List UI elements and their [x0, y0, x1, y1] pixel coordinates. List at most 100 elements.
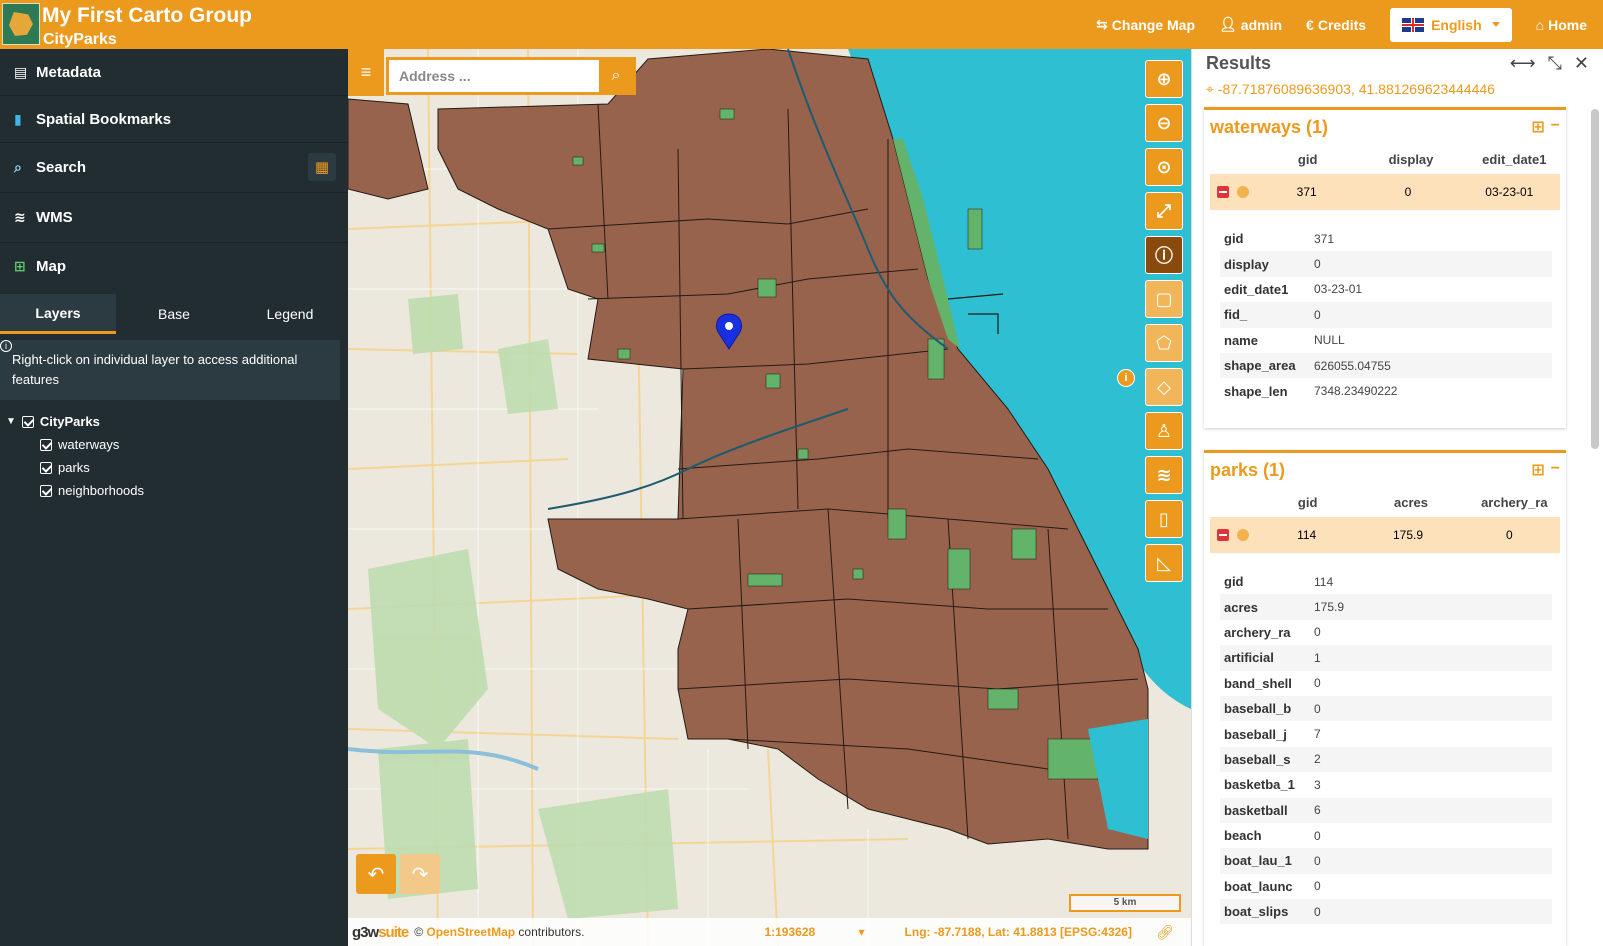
streetview-button[interactable]: ♙ [1145, 412, 1183, 450]
query-bbox-button[interactable]: ▢ [1145, 280, 1183, 318]
compress-icon[interactable]: ⤡ [1548, 53, 1562, 74]
attribute-row: shape_len 7348.23490222 [1224, 383, 1398, 399]
attribute-list: gid 114 acres 175.9 archery_ra 0 artificial… [1220, 569, 1552, 925]
project-title: CityParks [43, 31, 117, 48]
table-row[interactable]: 114 175.9 0 [1210, 517, 1560, 553]
table-header: gid display edit_date1 [1297, 151, 1547, 167]
attribution: © OpenStreetMap contributors. [414, 925, 585, 939]
layer-item-waterways[interactable]: waterways [0, 433, 348, 456]
layer-group-cityparks[interactable]: ▼ CityParks [0, 410, 348, 433]
map-canvas[interactable]: ≡ ⌕ ⊕ ⊖ ⊙ ⤢ ⓘ ▢ ⬠ ◇ ♙ ≋ ▯ ◺ i ↶ ↷ 5 km g… [348, 49, 1191, 946]
layer-tree: ▼ CityParks waterways parks neighborhood… [0, 410, 348, 502]
attribute-row: boat_launc 0 [1224, 878, 1321, 894]
bookmark-icon: ▮ [14, 110, 22, 127]
layer-header[interactable]: waterways (1) ⊞ − [1204, 110, 1566, 144]
calculator-button[interactable]: ▦ [308, 153, 336, 181]
address-search-button[interactable]: ⌕ [599, 60, 633, 92]
layer-item-parks[interactable]: parks [0, 456, 348, 479]
feature-action-icon[interactable] [1237, 529, 1249, 541]
layer-checkbox[interactable] [40, 461, 52, 474]
signpost-icon: ⇆ [1096, 16, 1108, 32]
results-panel: Results ⟷ ⤡ ✕ ⌖ -87.71876089636903, 41.8… [1191, 49, 1603, 946]
address-input[interactable] [389, 60, 599, 92]
table-row[interactable]: 371 0 03-23-01 [1210, 174, 1560, 210]
attribute-row: baseball_b 0 [1220, 695, 1552, 722]
redo-button[interactable]: ↷ [400, 854, 440, 894]
scale-select[interactable]: 1:193628 ▾ [764, 925, 864, 939]
layer-title: waterways (1) [1210, 116, 1329, 137]
calculator-icon: ▦ [314, 159, 330, 176]
layer-checkbox[interactable] [40, 438, 52, 451]
streetview-icon: ♙ [1155, 420, 1173, 441]
app-logo[interactable] [2, 3, 40, 45]
group-title: My First Carto Group [42, 4, 253, 27]
sidebar-item-wms[interactable]: ≋ WMS [0, 193, 348, 243]
menu-toggle-button[interactable]: ≡ [348, 49, 384, 96]
sidebar-item-metadata[interactable]: ▤ Metadata [0, 49, 348, 96]
coordinates-readout: Lng: -87.7188, Lat: 41.8813 [EPSG:4326] [904, 925, 1132, 939]
result-layer-parks: parks (1) ⊞ − gid acres archery_ra 114 17… [1204, 450, 1566, 946]
g3w-logo: g3wsuite [352, 923, 409, 941]
attribute-row: boat_slips 0 [1220, 899, 1552, 925]
map-pin-icon: ⌖ [1206, 81, 1214, 97]
tab-layers[interactable]: Layers [0, 294, 116, 334]
remove-feature-icon[interactable] [1217, 186, 1229, 198]
collapse-minus-icon[interactable]: − [1551, 460, 1560, 480]
query-button[interactable]: ⓘ [1145, 236, 1183, 274]
collapse-minus-icon[interactable]: − [1551, 117, 1560, 137]
result-layer-waterways: waterways (1) ⊞ − gid display edit_date1 … [1204, 107, 1566, 428]
undo-button[interactable]: ↶ [356, 854, 396, 894]
address-search: ⌕ [386, 57, 636, 95]
uk-flag-icon [1402, 17, 1425, 32]
info-icon: i [0, 340, 12, 352]
layer-item-neighborhoods[interactable]: neighborhoods [0, 479, 348, 502]
attribute-row: name NULL [1224, 332, 1345, 348]
attribute-row: display 0 [1220, 251, 1552, 277]
close-icon[interactable]: ✕ [1574, 53, 1589, 74]
table-header: gid acres archery_ra [1297, 494, 1548, 510]
chevron-down-icon [1491, 22, 1500, 27]
query-draw-button[interactable]: ◇ [1145, 368, 1183, 406]
zoom-in-button[interactable]: ⊕ [1145, 60, 1183, 98]
add-layer-button[interactable]: ≋ [1145, 456, 1183, 494]
tab-legend[interactable]: Legend [232, 294, 348, 334]
euro-icon: € [1306, 16, 1314, 33]
change-map-button[interactable]: ⇆ Change Map [1096, 16, 1195, 33]
feature-action-icon[interactable] [1237, 186, 1249, 198]
layer-header[interactable]: parks (1) ⊞ − [1204, 453, 1566, 487]
query-polygon-button[interactable]: ⬠ [1145, 324, 1183, 362]
language-select[interactable]: English [1390, 7, 1512, 42]
hamburger-icon: ≡ [360, 62, 372, 82]
attribute-row: shape_area 626055.04755 [1220, 352, 1552, 379]
resize-icon[interactable]: ⟷ [1510, 53, 1536, 74]
layer-title: parks (1) [1210, 459, 1286, 480]
sidebar-item-spatial-bookmarks[interactable]: ▮ Spatial Bookmarks [0, 96, 348, 143]
layers-icon: ≋ [14, 209, 26, 225]
expand-plus-icon[interactable]: ⊞ [1531, 117, 1544, 137]
zoom-extent-button[interactable]: ⊙ [1145, 148, 1183, 186]
credits-button[interactable]: € Credits [1306, 17, 1366, 33]
query-point-marker[interactable]: i [1117, 369, 1135, 387]
measure-length-button[interactable]: ▯ [1145, 500, 1183, 538]
attribute-row: boat_lau_1 0 [1220, 848, 1552, 874]
osm-link[interactable]: OpenStreetMap [426, 925, 515, 939]
map-footer: g3wsuite © OpenStreetMap contributors. 1… [348, 918, 1191, 946]
remove-feature-icon[interactable] [1217, 529, 1229, 541]
sidebar-item-map[interactable]: ⊞ Map [0, 243, 348, 290]
measure-area-button[interactable]: ◺ [1145, 544, 1183, 582]
layer-checkbox[interactable] [40, 484, 52, 497]
user-menu[interactable]: 👤︎ admin [1219, 16, 1282, 33]
expand-plus-icon[interactable]: ⊞ [1531, 460, 1544, 480]
caret-down-icon[interactable]: ▼ [6, 416, 16, 427]
zoom-out-icon: ⊖ [1156, 112, 1172, 133]
sidebar-item-search[interactable]: ⌕ Search ▦ [0, 143, 348, 193]
file-icon: ▤ [14, 63, 28, 80]
group-checkbox[interactable] [21, 415, 34, 428]
fullscreen-button[interactable]: ⤢ [1145, 192, 1183, 230]
catalog-tabs: Layers Base Legend [0, 294, 348, 334]
tab-base[interactable]: Base [116, 294, 232, 334]
link-icon[interactable]: 🔗︎ [1156, 924, 1174, 941]
zoom-out-button[interactable]: ⊖ [1145, 104, 1183, 142]
home-button[interactable]: ⌂ Home [1536, 17, 1587, 33]
results-scrollbar[interactable] [1591, 109, 1599, 449]
